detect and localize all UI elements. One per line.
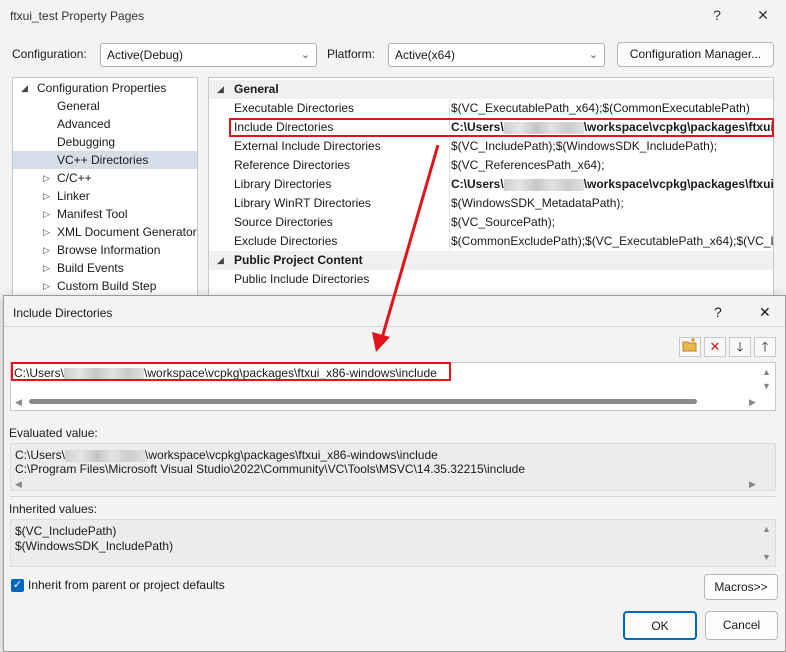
annotation-arrow (372, 144, 440, 352)
